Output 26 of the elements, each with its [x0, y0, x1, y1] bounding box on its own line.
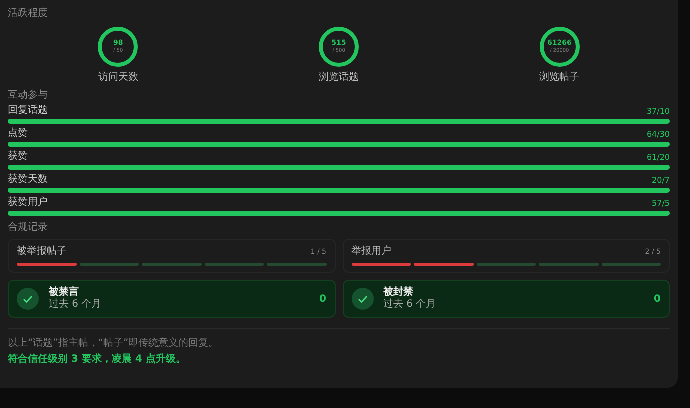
bar-reading: 20/7 [652, 176, 670, 186]
bar-label: 回复话题 [8, 104, 48, 117]
bar-reading: 37/10 [646, 107, 670, 117]
ring-label: 访问天数 [98, 72, 138, 84]
penalty-count: 0 [320, 294, 326, 304]
status-message: 符合信任级别 3 要求，凌晨 4 点升级。 [8, 353, 187, 366]
bar-label: 获赞天数 [8, 173, 48, 186]
bar-reading: 57/5 [652, 199, 670, 209]
ring-label: 浏览话题 [318, 72, 359, 84]
section-title: 合规记录 [8, 222, 49, 234]
penalty-period: 过去 6 个月 [384, 299, 438, 311]
bar-label: 获赞用户 [8, 196, 48, 209]
penalty-title: 被禁言 [49, 287, 80, 298]
ring-label: 浏览帖子 [540, 72, 580, 84]
section-title: 活跃程度 [8, 8, 49, 20]
bar-reading: 61/20 [646, 153, 670, 163]
bar-label: 获赞 [8, 150, 28, 163]
report-label: 举报用户 [352, 245, 392, 258]
footnote: 以上“话题”指主帖，“帖子”即传统意义的回复。 [8, 337, 220, 350]
bar-label: 点赞 [8, 127, 28, 140]
penalty-period: 过去 6 个月 [49, 299, 103, 311]
section-title: 互动参与 [8, 90, 49, 102]
penalty-count: 0 [654, 294, 661, 304]
bar-reading: 64/30 [646, 130, 670, 140]
report-label: 被举报帖子 [17, 245, 67, 258]
penalty-title: 被封禁 [384, 287, 414, 298]
